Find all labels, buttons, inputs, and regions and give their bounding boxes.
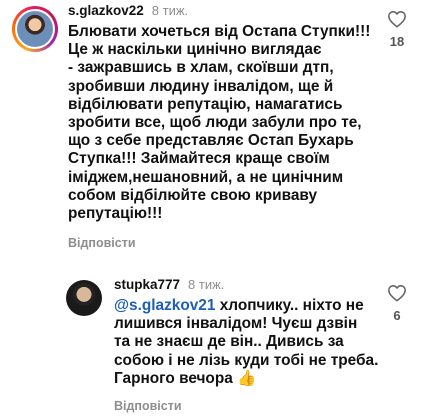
heart-icon	[388, 285, 406, 302]
like-button[interactable]: 18	[383, 10, 411, 49]
comment-username[interactable]: stupka777	[114, 277, 180, 292]
comment-text: @s.glazkov21 хлопчику.. ніхто не лишився…	[114, 297, 384, 388]
comment-header: stupka777 8 тиж.	[114, 276, 224, 294]
like-count: 18	[389, 34, 405, 49]
reply-button[interactable]: Відповісти	[68, 236, 136, 250]
avatar[interactable]	[66, 280, 102, 316]
comment-time: 8 тиж.	[151, 3, 189, 18]
comment-time: 8 тиж.	[188, 277, 225, 292]
thumbs-up-icon: 👍	[237, 369, 257, 387]
avatar[interactable]	[12, 6, 58, 52]
like-button[interactable]: 6	[383, 284, 411, 323]
like-count: 6	[393, 308, 401, 323]
reply-button[interactable]: Відповісти	[114, 399, 182, 413]
comment-header: s.glazkov22 8 тиж.	[68, 2, 188, 20]
avatar-ring-inner	[15, 9, 55, 49]
heart-icon	[388, 11, 406, 28]
comment-username[interactable]: s.glazkov22	[68, 3, 144, 18]
comment-text: Блювати хочеться від Остапа Ступки!!! Це…	[68, 23, 371, 223]
avatar-photo	[17, 11, 53, 47]
mention-link[interactable]: @s.glazkov21	[114, 297, 215, 314]
